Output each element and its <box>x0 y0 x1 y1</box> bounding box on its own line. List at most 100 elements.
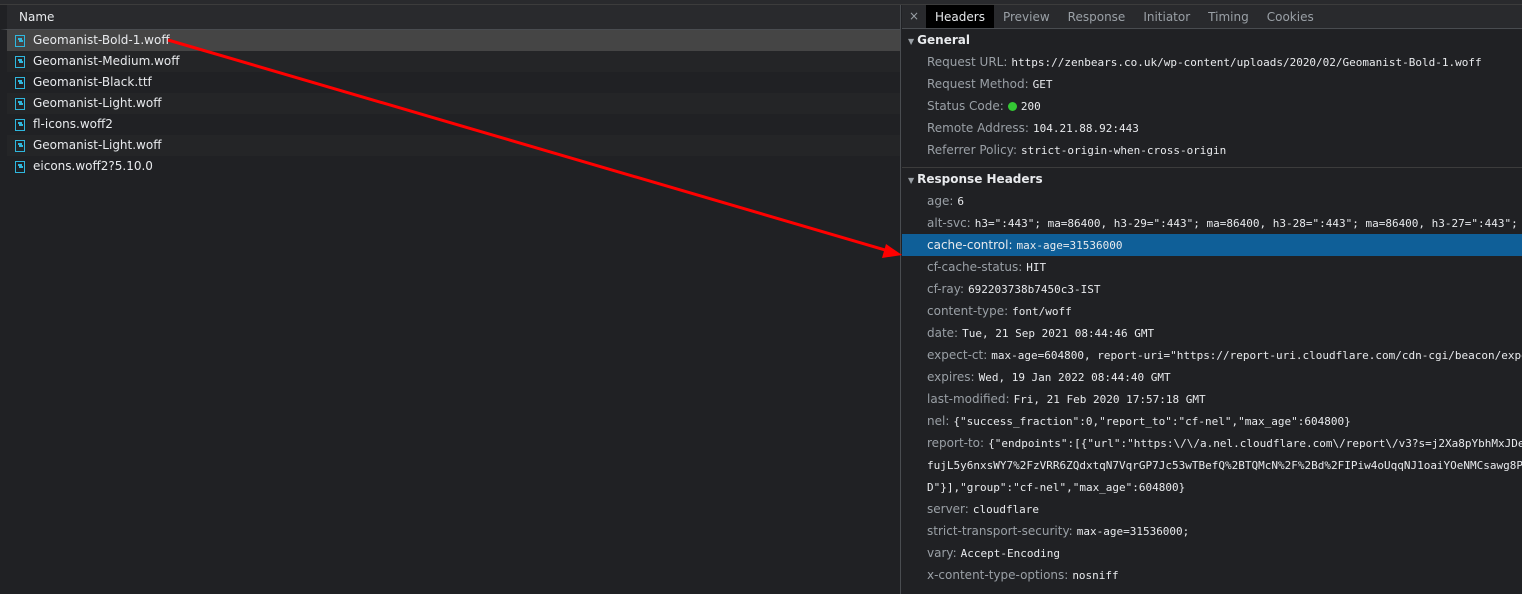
tab-preview[interactable]: Preview <box>994 5 1059 28</box>
font-file-icon <box>15 34 25 47</box>
file-name: Geomanist-Medium.woff <box>33 54 180 68</box>
request-row[interactable]: fl-icons.woff2 <box>7 114 900 135</box>
font-file-icon <box>15 76 25 89</box>
header-name: alt-svc: <box>927 216 971 230</box>
header-value: 692203738b7450c3-IST <box>968 283 1101 296</box>
request-row[interactable]: Geomanist-Light.woff <box>7 135 900 156</box>
triangle-down-icon: ▼ <box>908 176 915 185</box>
file-name: Geomanist-Light.woff <box>33 138 162 152</box>
close-icon[interactable]: × <box>902 5 926 28</box>
font-file-icon <box>15 139 25 152</box>
tab-headers[interactable]: Headers <box>926 5 994 28</box>
header-row-expires[interactable]: expires: Wed, 19 Jan 2022 08:44:40 GMT <box>902 366 1522 388</box>
header-row-status-code[interactable]: Status Code: 200 <box>902 95 1522 117</box>
header-value: strict-origin-when-cross-origin <box>1021 144 1227 157</box>
header-value-continuation: D"}],"group":"cf-nel","max_age":604800} <box>927 481 1186 494</box>
header-value: font/woff <box>1012 305 1072 318</box>
header-value: Tue, 21 Sep 2021 08:44:46 GMT <box>962 327 1155 340</box>
response-headers-section-header[interactable]: ▼ Response Headers <box>902 168 1522 190</box>
header-row-age[interactable]: age: 6 <box>902 190 1522 212</box>
header-row-remote-address[interactable]: Remote Address: 104.21.88.92:443 <box>902 117 1522 139</box>
font-file-icon <box>15 55 25 68</box>
header-name: expires: <box>927 370 975 384</box>
status-dot-icon <box>1007 102 1017 111</box>
request-row[interactable]: Geomanist-Bold-1.woff <box>7 30 900 51</box>
header-value: Wed, 19 Jan 2022 08:44:40 GMT <box>978 371 1171 384</box>
file-name: fl-icons.woff2 <box>33 117 113 131</box>
header-name: server: <box>927 502 969 516</box>
request-list: Geomanist-Bold-1.woff Geomanist-Medium.wo… <box>0 30 900 177</box>
font-file-icon <box>15 97 25 110</box>
file-name: eicons.woff2?5.10.0 <box>33 159 153 173</box>
header-name: cf-ray: <box>927 282 965 296</box>
header-row-referrer-policy[interactable]: Referrer Policy: strict-origin-when-cross… <box>902 139 1522 161</box>
header-value: {"success_fraction":0,"report_to":"cf-ne… <box>953 415 1351 428</box>
font-file-icon <box>15 160 25 173</box>
header-value: max-age=31536000 <box>1016 239 1123 252</box>
header-value: h3=":443"; ma=86400, h3-29=":443"; ma=86… <box>974 217 1522 230</box>
header-row-strict-transport-security[interactable]: strict-transport-security: max-age=315360… <box>902 520 1522 542</box>
header-name: x-content-type-options: <box>927 568 1069 582</box>
tab-cookies[interactable]: Cookies <box>1258 5 1323 28</box>
font-file-icon <box>15 118 25 131</box>
request-row[interactable]: Geomanist-Light.woff <box>7 93 900 114</box>
header-row-last-modified[interactable]: last-modified: Fri, 21 Feb 2020 17:57:18 … <box>902 388 1522 410</box>
header-row-nel[interactable]: nel: {"success_fraction":0,"report_to":"c… <box>902 410 1522 432</box>
header-value: 6 <box>957 195 965 208</box>
header-row-alt-svc[interactable]: alt-svc: h3=":443"; ma=86400, h3-29=":443… <box>902 212 1522 234</box>
header-name: Request Method: <box>927 77 1029 91</box>
request-row[interactable]: Geomanist-Black.ttf <box>7 72 900 93</box>
header-name: Request URL: <box>927 55 1008 69</box>
request-row[interactable]: Geomanist-Medium.woff <box>7 51 900 72</box>
header-row-report-to[interactable]: report-to: {"endpoints":[{"url":"https:\/… <box>902 432 1522 454</box>
header-value: Accept-Encoding <box>960 547 1061 560</box>
header-value: https://zenbears.co.uk/wp-content/upload… <box>1011 56 1482 69</box>
header-value: GET <box>1032 78 1053 91</box>
header-name: strict-transport-security: <box>927 524 1073 538</box>
header-name: last-modified: <box>927 392 1010 406</box>
header-value: max-age=604800, report-uri="https://repo… <box>991 349 1522 362</box>
tab-response[interactable]: Response <box>1059 5 1135 28</box>
header-value: cloudflare <box>972 503 1040 516</box>
header-row-request-method[interactable]: Request Method: GET <box>902 73 1522 95</box>
header-name: Referrer Policy: <box>927 143 1017 157</box>
file-name: Geomanist-Black.ttf <box>33 75 152 89</box>
header-value: HIT <box>1026 261 1047 274</box>
request-list-panel: Name Geomanist-Bold-1.woff Geomanist-Medi… <box>0 5 901 594</box>
header-value: Fri, 21 Feb 2020 17:57:18 GMT <box>1013 393 1206 406</box>
header-name: age: <box>927 194 954 208</box>
header-name: Remote Address: <box>927 121 1029 135</box>
header-name: nel: <box>927 414 950 428</box>
header-value: 104.21.88.92:443 <box>1032 122 1139 135</box>
triangle-down-icon: ▼ <box>908 37 915 46</box>
header-row-date[interactable]: date: Tue, 21 Sep 2021 08:44:46 GMT <box>902 322 1522 344</box>
request-row[interactable]: eicons.woff2?5.10.0 <box>7 156 900 177</box>
details-tabs: × Headers Preview Response Initiator Timing C… <box>902 5 1522 29</box>
header-row-cf-ray[interactable]: cf-ray: 692203738b7450c3-IST <box>902 278 1522 300</box>
header-value: max-age=31536000; <box>1076 525 1190 538</box>
tab-initiator[interactable]: Initiator <box>1134 5 1199 28</box>
header-row-vary[interactable]: vary: Accept-Encoding <box>902 542 1522 564</box>
tab-timing[interactable]: Timing <box>1199 5 1258 28</box>
header-value: nosniff <box>1072 569 1119 582</box>
header-name: date: <box>927 326 959 340</box>
header-name: content-type: <box>927 304 1009 318</box>
general-section-header[interactable]: ▼ General <box>902 29 1522 51</box>
header-row-cache-control[interactable]: cache-control: max-age=31536000 <box>902 234 1522 256</box>
header-row-request-url[interactable]: Request URL: https://zenbears.co.uk/wp-co… <box>902 51 1522 73</box>
header-row-server[interactable]: server: cloudflare <box>902 498 1522 520</box>
header-name: Status Code: <box>927 99 1004 113</box>
header-name: cache-control: <box>927 238 1013 252</box>
request-details-panel: × Headers Preview Response Initiator Timing C… <box>902 5 1522 594</box>
header-row-x-content-type-options[interactable]: x-content-type-options: nosniff <box>902 564 1522 586</box>
file-name: Geomanist-Bold-1.woff <box>33 33 170 47</box>
header-name: vary: <box>927 546 957 560</box>
name-column-header[interactable]: Name <box>0 5 900 30</box>
header-value: 200 <box>1020 100 1041 113</box>
file-name: Geomanist-Light.woff <box>33 96 162 110</box>
header-value-continuation: fujL5y6nxsWY7%2FzVRR6ZQdxtqN7VqrGP7Jc53w… <box>927 459 1522 472</box>
header-row-cf-cache-status[interactable]: cf-cache-status: HIT <box>902 256 1522 278</box>
header-name: expect-ct: <box>927 348 988 362</box>
header-row-content-type[interactable]: content-type: font/woff <box>902 300 1522 322</box>
header-row-expect-ct[interactable]: expect-ct: max-age=604800, report-uri="ht… <box>902 344 1522 366</box>
